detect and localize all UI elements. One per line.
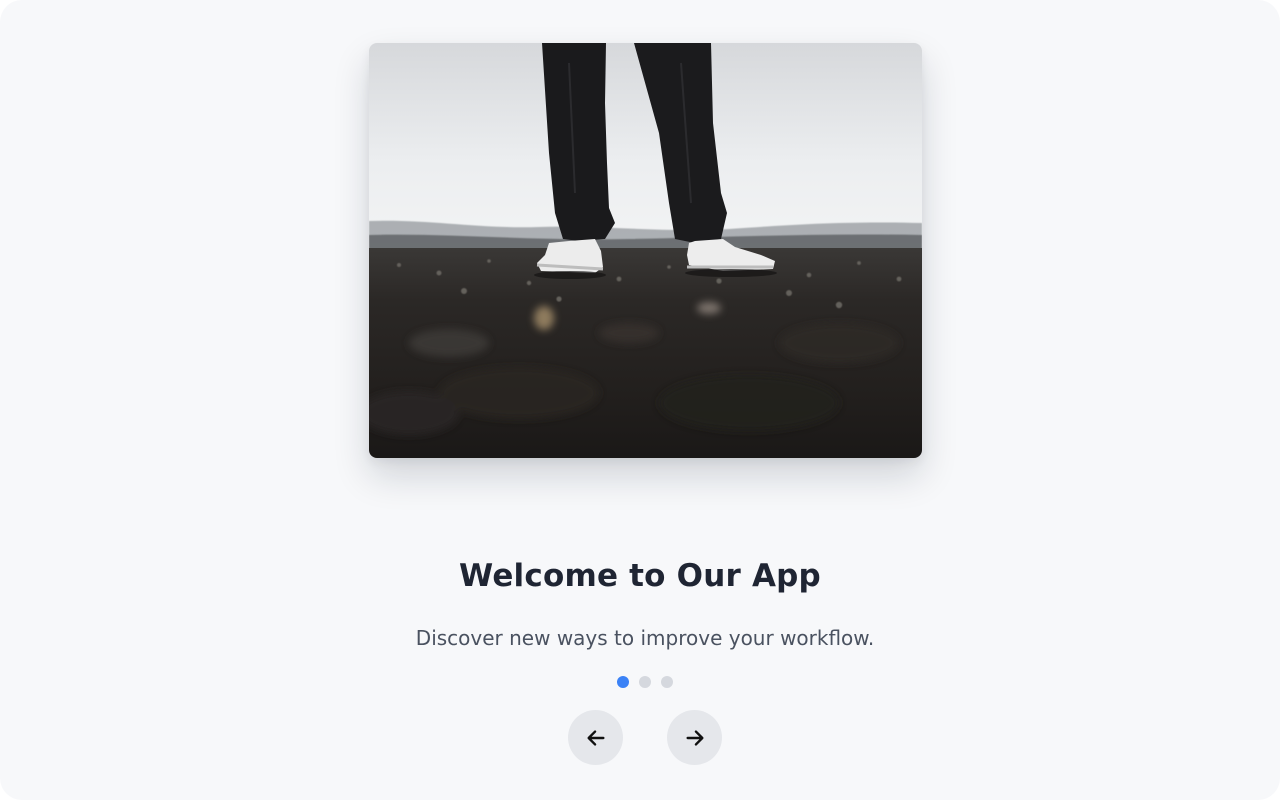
pagination-dot-1[interactable]: [617, 676, 629, 688]
arrow-left-icon: [585, 727, 607, 749]
pagination-dot-2[interactable]: [639, 676, 651, 688]
previous-button[interactable]: [568, 710, 623, 765]
hero-image: [369, 43, 922, 458]
page-title: Welcome to Our App: [459, 558, 821, 594]
pagination-dots: [0, 676, 1280, 688]
onboarding-screen: Welcome to Our App Discover new ways to …: [0, 0, 1280, 800]
page-subtitle: Discover new ways to improve your workfl…: [415, 626, 875, 650]
pagination-dot-3[interactable]: [661, 676, 673, 688]
arrow-right-icon: [684, 727, 706, 749]
next-button[interactable]: [667, 710, 722, 765]
